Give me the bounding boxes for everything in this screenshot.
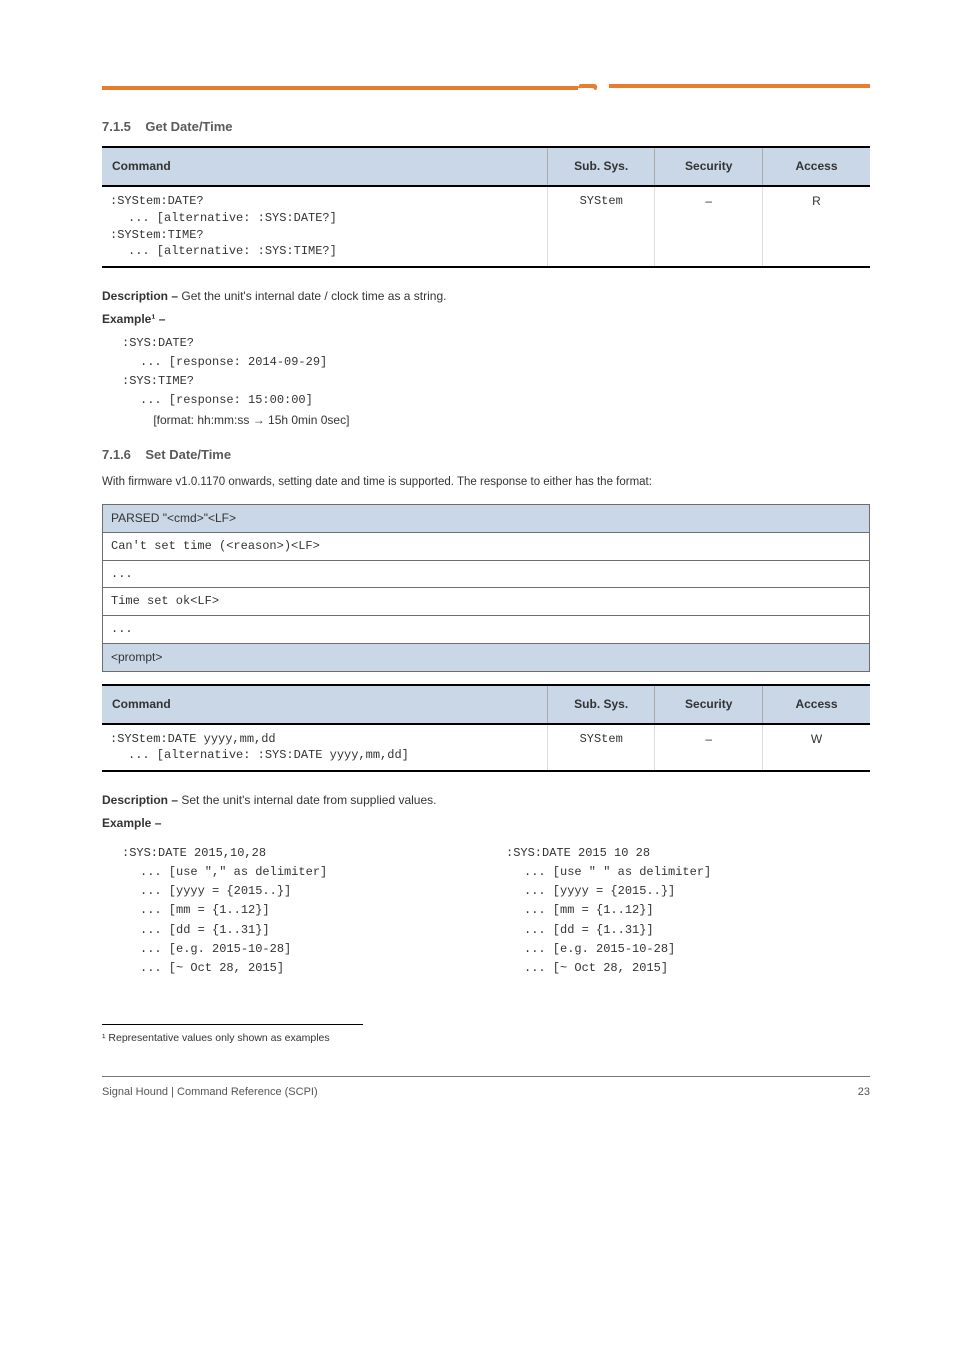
code-line: ... [~ Oct 28, 2015] <box>506 959 870 978</box>
code-line: ... [e.g. 2015-10-28] <box>506 940 870 959</box>
resp-header: PARSED "<cmd>"<LF> <box>103 504 870 532</box>
code-line: ... [~ Oct 28, 2015] <box>122 959 486 978</box>
example-label: Example¹ – <box>102 312 165 326</box>
cell-access: R <box>762 186 870 267</box>
col-header-subsys: Sub. Sys. <box>547 685 655 724</box>
code-line: ... [response: 15:00:00] <box>122 391 870 410</box>
code-line: :SYS:TIME? <box>122 372 870 391</box>
table-row: :SYStem:DATE yyyy,mm,dd ... [alternative… <box>102 724 870 772</box>
code-line: ... [mm = {1..12}] <box>506 901 870 920</box>
cmd-date-alt: ... [alternative: :SYS:DATE?] <box>110 210 539 227</box>
cmd-time-alt: ... [alternative: :SYS:TIME?] <box>110 243 539 260</box>
command-table-get-datetime: Command Sub. Sys. Security Access :SYSte… <box>102 146 870 268</box>
example-label: Example – <box>102 816 161 830</box>
cell-security: – <box>655 724 763 772</box>
resp-line: Can't set time (<reason>)<LF> <box>103 532 870 560</box>
code-line: ... [use " " as delimiter] <box>506 863 870 882</box>
code-line: ... [dd = {1..31}] <box>506 921 870 940</box>
cmd-set-date-alt: ... [alternative: :SYS:DATE yyyy,mm,dd] <box>110 747 539 764</box>
description-label: Description – <box>102 289 178 303</box>
footer-left: Signal Hound | Command Reference (SCPI) <box>102 1085 318 1100</box>
code-line: ... [yyyy = {2015..}] <box>506 882 870 901</box>
description-label: Description – <box>102 793 178 807</box>
footnote-text: ¹ Representative values only shown as ex… <box>102 1031 870 1046</box>
description-text: Set the unit's internal date from suppli… <box>181 793 436 807</box>
col-header-access: Access <box>762 147 870 186</box>
cell-security: – <box>655 186 763 267</box>
code-line: ... [yyyy = {2015..}] <box>122 882 486 901</box>
col-header-security: Security <box>655 147 763 186</box>
description-row: Description – Get the unit's internal da… <box>102 288 870 305</box>
code-line: :SYS:DATE 2015 10 28 <box>506 844 870 863</box>
cell-subsys: SYStem <box>547 186 655 267</box>
example-code-get: :SYS:DATE? ... [response: 2014-09-29] :S… <box>122 334 870 430</box>
col-header-access: Access <box>762 685 870 724</box>
command-table-set-datetime: Command Sub. Sys. Security Access :SYSte… <box>102 684 870 772</box>
col-header-subsys: Sub. Sys. <box>547 147 655 186</box>
code-line: ... [e.g. 2015-10-28] <box>122 940 486 959</box>
col-header-security: Security <box>655 685 763 724</box>
section-intro: With firmware v1.0.1170 onwards, setting… <box>102 474 870 490</box>
code-line: ... [use "," as delimiter] <box>122 863 486 882</box>
cmd-time-q: :SYStem:TIME? <box>110 227 539 244</box>
response-format-table: PARSED "<cmd>"<LF> Can't set time (<reas… <box>102 504 870 672</box>
section-title-set-datetime: 7.1.6 Set Date/Time <box>102 446 870 464</box>
resp-line: ... <box>103 560 870 588</box>
cmd-date-q: :SYStem:DATE? <box>110 193 539 210</box>
example-code-right: :SYS:DATE 2015 10 28 ... [use " " as del… <box>506 844 870 978</box>
code-line: ... [response: 2014-09-29] <box>122 353 870 372</box>
footer-page-number: 23 <box>858 1085 870 1100</box>
code-line: :SYS:DATE? <box>122 334 870 353</box>
resp-footer: <prompt> <box>103 643 870 671</box>
resp-line: Time set ok<LF> <box>103 588 870 616</box>
cell-subsys: SYStem <box>547 724 655 772</box>
col-header-command: Command <box>102 147 547 186</box>
table-row: :SYStem:DATE? ... [alternative: :SYS:DAT… <box>102 186 870 267</box>
col-header-command: Command <box>102 685 547 724</box>
code-line: :SYS:DATE 2015,10,28 <box>122 844 486 863</box>
footnote-rule <box>102 1024 363 1025</box>
cell-access: W <box>762 724 870 772</box>
example-code-left: :SYS:DATE 2015,10,28 ... [use "," as del… <box>122 844 486 978</box>
code-line: ... [dd = {1..31}] <box>122 921 486 940</box>
code-line: [format: hh:mm:ss → 15h 0min 0sec] <box>122 411 870 430</box>
page-footer: Signal Hound | Command Reference (SCPI) … <box>102 1076 870 1100</box>
description-text: Get the unit's internal date / clock tim… <box>181 289 446 303</box>
example-code-set-columns: :SYS:DATE 2015,10,28 ... [use "," as del… <box>102 838 870 994</box>
header-rule <box>102 84 870 90</box>
resp-line: ... <box>103 616 870 644</box>
cmd-set-date: :SYStem:DATE yyyy,mm,dd <box>110 731 539 748</box>
section-title-get-datetime: 7.1.5 Get Date/Time <box>102 118 870 136</box>
code-line: ... [mm = {1..12}] <box>122 901 486 920</box>
